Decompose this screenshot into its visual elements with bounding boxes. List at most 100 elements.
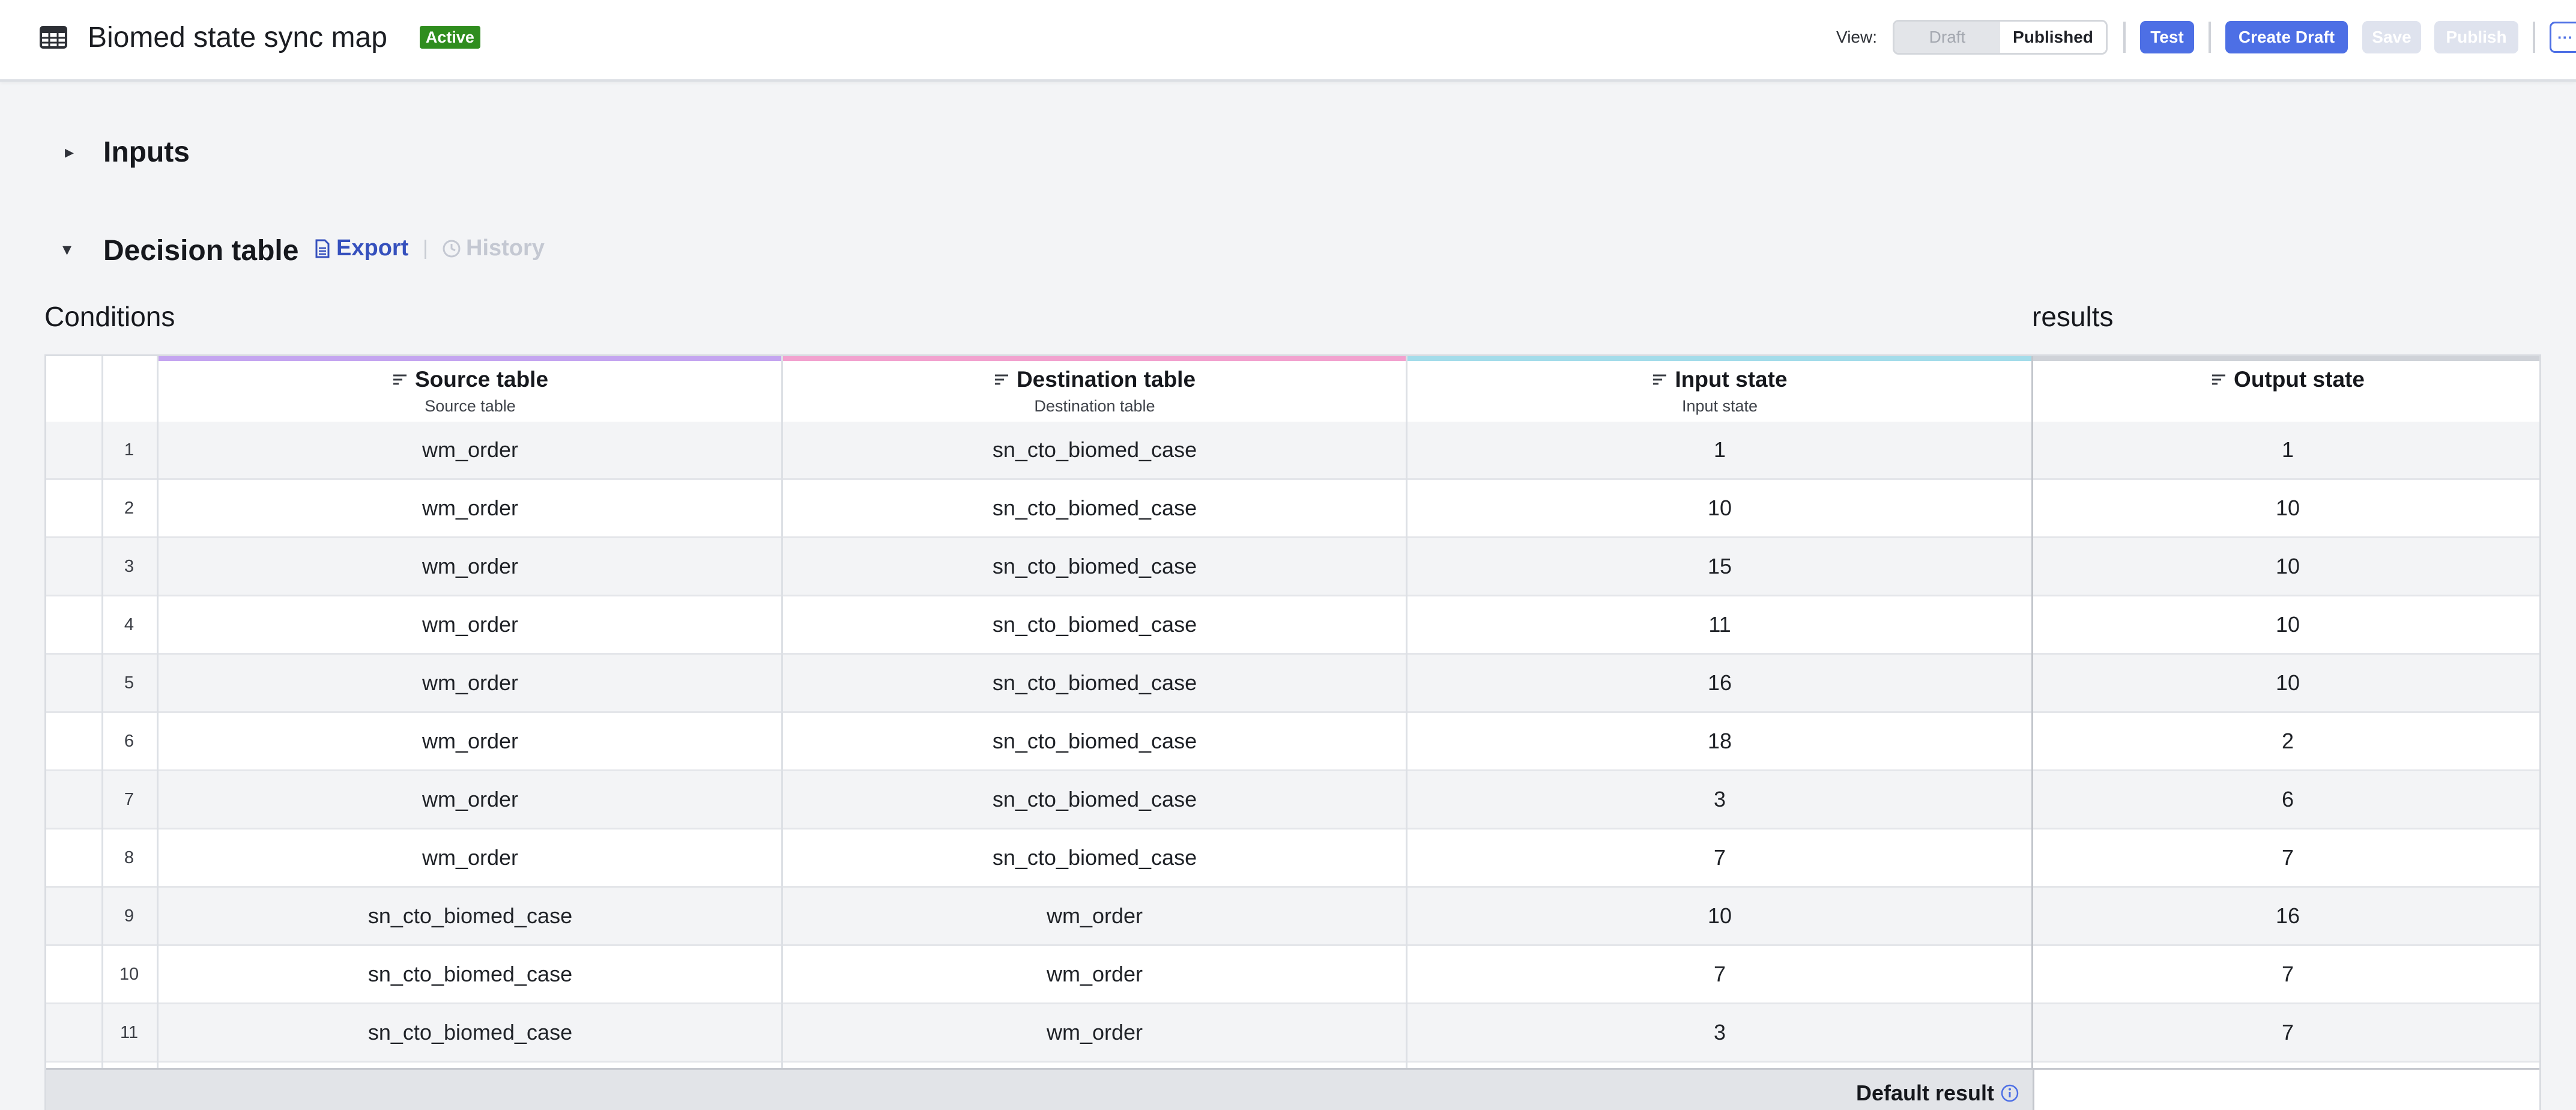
output-state-cell[interactable]: 10 (2033, 655, 2539, 711)
row-drag-handle[interactable] (46, 422, 101, 478)
source-table-cell[interactable]: wm_order (158, 771, 782, 828)
source-table-cell[interactable]: sn_cto_biomed_case (158, 1004, 782, 1061)
source-table-cell[interactable]: wm_order (158, 596, 782, 653)
view-option-draft[interactable]: Draft (1894, 22, 2000, 53)
destination-table-cell[interactable]: sn_cto_biomed_case (782, 538, 1407, 595)
status-badge: Active (419, 26, 480, 49)
column-accent-bar (782, 356, 1407, 361)
export-link[interactable]: Export (315, 235, 408, 261)
destination-table-cell[interactable]: sn_cto_biomed_case (782, 771, 1407, 828)
table-row[interactable]: 3 wm_order sn_cto_biomed_case 15 10 (46, 538, 2539, 596)
output-state-cell[interactable]: 10 (2033, 538, 2539, 595)
table-row[interactable]: 11 sn_cto_biomed_case wm_order 3 7 (46, 1004, 2539, 1063)
destination-table-cell[interactable]: wm_order (782, 946, 1407, 1002)
row-drag-handle[interactable] (46, 480, 101, 536)
output-state-cell[interactable]: 7 (2033, 829, 2539, 886)
column-header-source-table[interactable]: Source table Source table (158, 356, 782, 422)
output-state-cell[interactable]: 6 (2033, 771, 2539, 828)
table-row[interactable]: 8 wm_order sn_cto_biomed_case 7 7 (46, 829, 2539, 888)
source-table-cell[interactable]: wm_order (158, 538, 782, 595)
source-table-cell[interactable]: sn_cto_biomed_case (158, 888, 782, 944)
source-table-cell[interactable]: wm_order (158, 480, 782, 536)
column-title: Source table (414, 367, 549, 392)
history-link[interactable]: History (442, 235, 545, 261)
toolbar-divider (2123, 22, 2126, 53)
column-header-destination-table[interactable]: Destination table Destination table (782, 356, 1407, 422)
input-state-cell[interactable]: 7 (1407, 946, 2033, 1002)
column-title: Output state (2234, 367, 2365, 392)
output-state-cell[interactable]: 1 (2033, 422, 2539, 478)
table-row[interactable]: 5 wm_order sn_cto_biomed_case 16 10 (46, 655, 2539, 713)
row-drag-handle[interactable] (46, 771, 101, 828)
input-state-cell[interactable]: 15 (1407, 538, 2033, 595)
input-state-cell[interactable]: 18 (1407, 713, 2033, 769)
row-drag-handle[interactable] (46, 713, 101, 769)
inputs-section-title[interactable]: Inputs (103, 136, 190, 169)
column-menu-icon[interactable] (1652, 373, 1667, 386)
input-state-cell[interactable]: 7 (1407, 829, 2033, 886)
destination-table-cell[interactable]: sn_cto_biomed_case (782, 596, 1407, 653)
row-drag-handle[interactable] (46, 1004, 101, 1061)
row-drag-handle[interactable] (46, 538, 101, 595)
column-accent-bar (1407, 356, 2033, 361)
test-button[interactable]: Test (2140, 21, 2194, 53)
column-header-input-state[interactable]: Input state Input state (1407, 356, 2033, 422)
destination-table-cell[interactable]: sn_cto_biomed_case (782, 713, 1407, 769)
table-row[interactable]: 9 sn_cto_biomed_case wm_order 10 16 (46, 888, 2539, 946)
column-header-output-state[interactable]: Output state (2033, 356, 2539, 422)
row-drag-handle[interactable] (46, 596, 101, 653)
destination-table-cell[interactable]: sn_cto_biomed_case (782, 422, 1407, 478)
destination-table-cell[interactable]: sn_cto_biomed_case (782, 829, 1407, 886)
table-row[interactable]: 6 wm_order sn_cto_biomed_case 18 2 (46, 713, 2539, 771)
column-accent-bar (2033, 356, 2539, 361)
row-drag-handle[interactable] (46, 655, 101, 711)
column-menu-icon[interactable] (994, 373, 1009, 386)
row-drag-handle[interactable] (46, 946, 101, 1002)
row-drag-handle[interactable] (46, 829, 101, 886)
destination-table-cell[interactable]: wm_order (782, 888, 1407, 944)
view-option-published[interactable]: Published (2000, 22, 2106, 53)
destination-table-cell[interactable]: wm_order (782, 1004, 1407, 1061)
output-state-cell[interactable]: 10 (2033, 596, 2539, 653)
column-divider (157, 356, 159, 1110)
table-row[interactable]: 10 sn_cto_biomed_case wm_order 7 7 (46, 946, 2539, 1004)
source-table-cell[interactable]: sn_cto_biomed_case (158, 946, 782, 1002)
row-drag-handle[interactable] (46, 888, 101, 944)
source-table-cell[interactable]: wm_order (158, 713, 782, 769)
input-state-cell[interactable]: 10 (1407, 888, 2033, 944)
output-state-cell[interactable]: 7 (2033, 946, 2539, 1002)
input-state-cell[interactable]: 1 (1407, 422, 2033, 478)
input-state-cell[interactable]: 10 (1407, 480, 2033, 536)
output-state-cell[interactable]: 10 (2033, 480, 2539, 536)
table-row[interactable]: 7 wm_order sn_cto_biomed_case 3 6 (46, 771, 2539, 829)
create-draft-button[interactable]: Create Draft (2225, 21, 2348, 53)
destination-table-cell[interactable]: sn_cto_biomed_case (782, 655, 1407, 711)
column-menu-icon[interactable] (392, 373, 408, 386)
input-state-cell[interactable]: 3 (1407, 1004, 2033, 1061)
output-state-cell[interactable]: 7 (2033, 1004, 2539, 1061)
table-row[interactable]: 1 wm_order sn_cto_biomed_case 1 1 (46, 422, 2539, 480)
caret-right-icon[interactable]: ▸ (65, 142, 74, 163)
row-number-cell: 2 (124, 498, 135, 518)
row-number-cell: 8 (124, 848, 135, 867)
input-state-cell[interactable]: 11 (1407, 596, 2033, 653)
destination-table-cell[interactable]: sn_cto_biomed_case (782, 480, 1407, 536)
table-row[interactable]: 4 wm_order sn_cto_biomed_case 11 10 (46, 596, 2539, 655)
decision-table-title[interactable]: Decision table (103, 234, 298, 267)
save-button[interactable]: Save (2362, 21, 2421, 53)
source-table-cell[interactable]: wm_order (158, 422, 782, 478)
table-row[interactable]: 2 wm_order sn_cto_biomed_case 10 10 (46, 480, 2539, 538)
output-state-cell[interactable]: 16 (2033, 888, 2539, 944)
info-icon[interactable] (2000, 1084, 2019, 1103)
source-table-cell[interactable]: wm_order (158, 829, 782, 886)
caret-down-icon[interactable]: ▾ (62, 239, 71, 260)
source-table-cell[interactable]: wm_order (158, 655, 782, 711)
input-state-cell[interactable]: 16 (1407, 655, 2033, 711)
more-options-button[interactable]: ··· (2550, 22, 2576, 53)
default-result-cell[interactable] (2033, 1070, 2539, 1110)
input-state-cell[interactable]: 3 (1407, 771, 2033, 828)
column-menu-icon[interactable] (2211, 373, 2227, 386)
output-state-cell[interactable]: 2 (2033, 713, 2539, 769)
publish-button[interactable]: Publish (2434, 21, 2518, 53)
toolbar-divider (2209, 22, 2211, 53)
